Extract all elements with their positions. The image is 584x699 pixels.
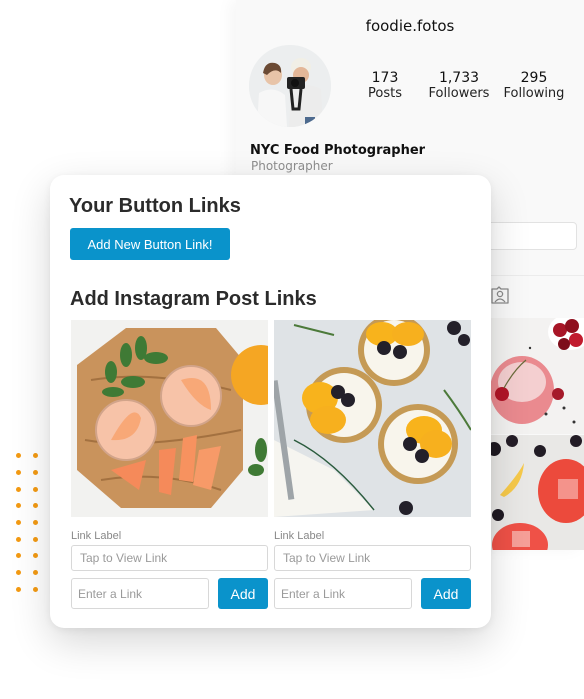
- link-url-input[interactable]: [71, 578, 209, 609]
- post-photo-grapefruit-drinks[interactable]: [71, 320, 268, 517]
- link-label-caption: Link Label: [274, 530, 325, 542]
- following-label: Following: [503, 86, 565, 101]
- link-label-input[interactable]: [71, 545, 268, 571]
- add-new-button-link-button[interactable]: Add New Button Link!: [70, 228, 230, 260]
- grid-photo-cherry-drink[interactable]: [490, 318, 584, 434]
- bio-name: NYC Food Photographer: [250, 143, 426, 158]
- link-row: Add: [71, 578, 268, 609]
- following-count[interactable]: 295 Following: [502, 70, 566, 102]
- following-value: 295: [520, 70, 548, 86]
- add-link-button[interactable]: Add: [421, 578, 471, 609]
- link-url-input[interactable]: [274, 578, 412, 609]
- posts-label: Posts: [368, 86, 402, 101]
- avatar-image: [249, 45, 331, 127]
- add-link-button[interactable]: Add: [218, 578, 268, 609]
- post-links-title: Add Instagram Post Links: [70, 288, 317, 310]
- link-row: Add: [274, 578, 471, 609]
- link-label-input[interactable]: [274, 545, 471, 571]
- button-links-card: Your Button Links Add New Button Link! A…: [50, 175, 491, 628]
- button-links-title: Your Button Links: [69, 195, 241, 217]
- followers-count[interactable]: 1,733 Followers: [428, 70, 490, 102]
- post-link-item: Link Label Add: [274, 320, 471, 609]
- grid-photo-berry-lemonade[interactable]: [490, 435, 584, 550]
- posts-value: 173: [371, 70, 399, 86]
- followers-label: Followers: [428, 86, 490, 101]
- post-photo-orange-tarts[interactable]: [274, 320, 471, 517]
- bio-category: Photographer: [251, 159, 333, 173]
- profile-avatar[interactable]: [249, 45, 331, 127]
- link-label-caption: Link Label: [71, 530, 122, 542]
- followers-value: 1,733: [438, 70, 480, 86]
- tagged-person-icon[interactable]: [490, 285, 510, 305]
- post-link-item: Link Label Add: [71, 320, 268, 609]
- posts-count[interactable]: 173 Posts: [364, 70, 406, 102]
- profile-username: foodie.fotos: [365, 17, 455, 35]
